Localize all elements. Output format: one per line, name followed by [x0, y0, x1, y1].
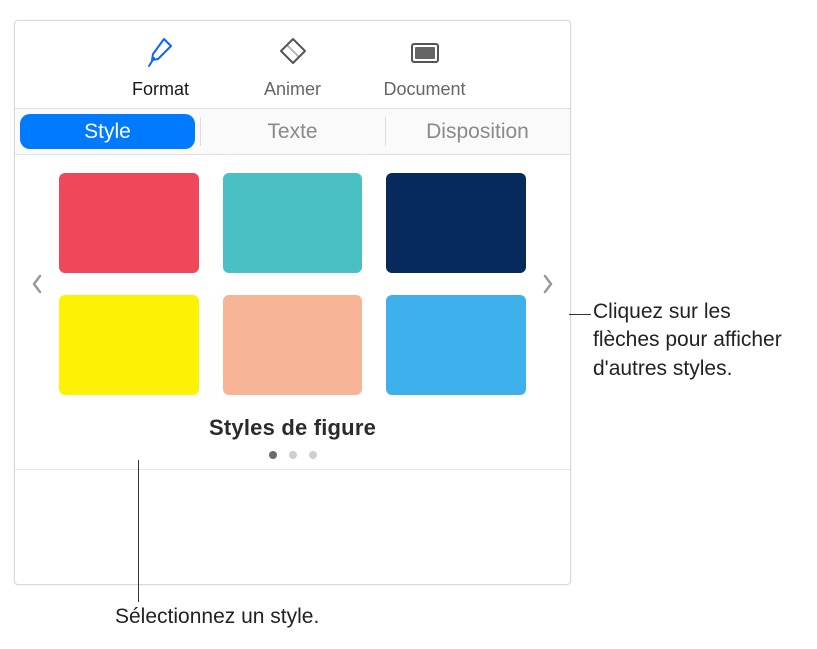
callout-line	[569, 314, 591, 315]
style-swatch[interactable]	[386, 173, 526, 273]
tab-disposition[interactable]: Disposition	[385, 109, 570, 154]
toolbar-label: Animer	[264, 79, 321, 100]
toolbar-label: Document	[383, 79, 465, 100]
tab-label: Style	[84, 120, 131, 144]
page-dot[interactable]	[269, 451, 277, 459]
page-dot[interactable]	[289, 451, 297, 459]
styles-title: Styles de figure	[15, 415, 570, 441]
toolbar-label: Format	[132, 79, 189, 100]
tab-bar: Style Texte Disposition	[15, 109, 570, 155]
toolbar: Format Animer Document	[15, 21, 570, 109]
page-dot[interactable]	[309, 451, 317, 459]
tab-text[interactable]: Texte	[200, 109, 385, 154]
toolbar-item-animate[interactable]: Animer	[238, 31, 348, 100]
document-rect-icon	[403, 31, 447, 75]
tab-label: Disposition	[426, 120, 529, 144]
styles-next-arrow[interactable]	[526, 174, 570, 394]
page-dots	[15, 451, 570, 459]
styles-area: Styles de figure	[15, 155, 570, 470]
style-swatch[interactable]	[223, 295, 363, 395]
tab-style[interactable]: Style	[15, 109, 200, 154]
callout-select-text: Sélectionnez un style.	[115, 605, 319, 629]
callout-line	[138, 460, 139, 602]
toolbar-item-format[interactable]: Format	[106, 31, 216, 100]
styles-prev-arrow[interactable]	[15, 174, 59, 394]
format-brush-icon	[139, 31, 183, 75]
tab-label: Texte	[267, 120, 317, 144]
style-swatch[interactable]	[59, 173, 199, 273]
animate-diamond-icon	[271, 31, 315, 75]
style-swatch[interactable]	[223, 173, 363, 273]
styles-grid	[59, 173, 526, 395]
style-swatch[interactable]	[59, 295, 199, 395]
inspector-panel: Format Animer Document Style	[14, 20, 571, 585]
callout-arrows-text: Cliquez sur les flèches pour afficher d'…	[593, 298, 803, 383]
style-swatch[interactable]	[386, 295, 526, 395]
toolbar-item-document[interactable]: Document	[370, 31, 480, 100]
